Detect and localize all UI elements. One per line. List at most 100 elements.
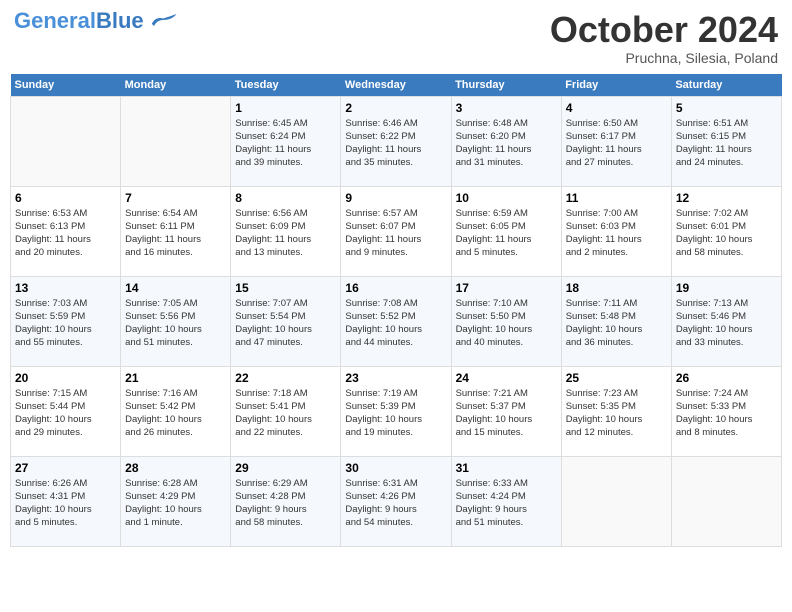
day-info: Sunrise: 7:02 AM Sunset: 6:01 PM Dayligh… bbox=[676, 207, 777, 260]
calendar-cell: 13 Sunrise: 7:03 AM Sunset: 5:59 PM Dayli… bbox=[11, 276, 121, 366]
day-info: Sunrise: 6:28 AM Sunset: 4:29 PM Dayligh… bbox=[125, 477, 226, 530]
day-info: Sunrise: 7:05 AM Sunset: 5:56 PM Dayligh… bbox=[125, 297, 226, 350]
day-number: 5 bbox=[676, 101, 777, 115]
calendar-cell: 10 Sunrise: 6:59 AM Sunset: 6:05 PM Dayli… bbox=[451, 186, 561, 276]
day-number: 12 bbox=[676, 191, 777, 205]
day-info: Sunrise: 6:31 AM Sunset: 4:26 PM Dayligh… bbox=[345, 477, 446, 530]
day-number: 10 bbox=[456, 191, 557, 205]
day-number: 19 bbox=[676, 281, 777, 295]
day-info: Sunrise: 7:07 AM Sunset: 5:54 PM Dayligh… bbox=[235, 297, 336, 350]
calendar-cell: 9Sunrise: 6:57 AM Sunset: 6:07 PM Daylig… bbox=[341, 186, 451, 276]
page-header: GeneralBlue October 2024 Pruchna, Silesi… bbox=[10, 10, 782, 66]
week-row-3: 13 Sunrise: 7:03 AM Sunset: 5:59 PM Dayli… bbox=[11, 276, 782, 366]
day-number: 9 bbox=[345, 191, 446, 205]
weekday-header-friday: Friday bbox=[561, 74, 671, 97]
day-number: 20 bbox=[15, 371, 116, 385]
day-info: Sunrise: 7:03 AM Sunset: 5:59 PM Dayligh… bbox=[15, 297, 116, 350]
day-info: Sunrise: 6:29 AM Sunset: 4:28 PM Dayligh… bbox=[235, 477, 336, 530]
day-info: Sunrise: 7:21 AM Sunset: 5:37 PM Dayligh… bbox=[456, 387, 557, 440]
day-number: 8 bbox=[235, 191, 336, 205]
calendar-cell: 22 Sunrise: 7:18 AM Sunset: 5:41 PM Dayli… bbox=[231, 366, 341, 456]
calendar-cell: 19 Sunrise: 7:13 AM Sunset: 5:46 PM Dayli… bbox=[671, 276, 781, 366]
calendar-cell bbox=[561, 456, 671, 546]
day-info: Sunrise: 6:48 AM Sunset: 6:20 PM Dayligh… bbox=[456, 117, 557, 170]
day-number: 22 bbox=[235, 371, 336, 385]
calendar-cell: 17 Sunrise: 7:10 AM Sunset: 5:50 PM Dayli… bbox=[451, 276, 561, 366]
calendar-cell: 27Sunrise: 6:26 AM Sunset: 4:31 PM Dayli… bbox=[11, 456, 121, 546]
day-number: 28 bbox=[125, 461, 226, 475]
calendar-cell: 30 Sunrise: 6:31 AM Sunset: 4:26 PM Dayli… bbox=[341, 456, 451, 546]
calendar-cell: 1Sunrise: 6:45 AM Sunset: 6:24 PM Daylig… bbox=[231, 96, 341, 186]
day-number: 1 bbox=[235, 101, 336, 115]
day-number: 29 bbox=[235, 461, 336, 475]
day-number: 13 bbox=[15, 281, 116, 295]
logo-bird-icon bbox=[148, 11, 178, 29]
calendar-cell: 21 Sunrise: 7:16 AM Sunset: 5:42 PM Dayli… bbox=[121, 366, 231, 456]
day-number: 21 bbox=[125, 371, 226, 385]
day-info: Sunrise: 7:10 AM Sunset: 5:50 PM Dayligh… bbox=[456, 297, 557, 350]
weekday-header-wednesday: Wednesday bbox=[341, 74, 451, 97]
weekday-header-monday: Monday bbox=[121, 74, 231, 97]
day-number: 23 bbox=[345, 371, 446, 385]
day-info: Sunrise: 7:15 AM Sunset: 5:44 PM Dayligh… bbox=[15, 387, 116, 440]
day-info: Sunrise: 6:51 AM Sunset: 6:15 PM Dayligh… bbox=[676, 117, 777, 170]
day-info: Sunrise: 7:24 AM Sunset: 5:33 PM Dayligh… bbox=[676, 387, 777, 440]
day-info: Sunrise: 6:56 AM Sunset: 6:09 PM Dayligh… bbox=[235, 207, 336, 260]
day-number: 30 bbox=[345, 461, 446, 475]
calendar-cell bbox=[11, 96, 121, 186]
calendar-cell: 26 Sunrise: 7:24 AM Sunset: 5:33 PM Dayli… bbox=[671, 366, 781, 456]
calendar-cell: 2 Sunrise: 6:46 AM Sunset: 6:22 PM Daylig… bbox=[341, 96, 451, 186]
day-info: Sunrise: 7:08 AM Sunset: 5:52 PM Dayligh… bbox=[345, 297, 446, 350]
calendar-cell: 4 Sunrise: 6:50 AM Sunset: 6:17 PM Daylig… bbox=[561, 96, 671, 186]
day-number: 7 bbox=[125, 191, 226, 205]
day-info: Sunrise: 6:46 AM Sunset: 6:22 PM Dayligh… bbox=[345, 117, 446, 170]
calendar-cell: 14 Sunrise: 7:05 AM Sunset: 5:56 PM Dayli… bbox=[121, 276, 231, 366]
day-info: Sunrise: 6:53 AM Sunset: 6:13 PM Dayligh… bbox=[15, 207, 116, 260]
calendar-cell: 29 Sunrise: 6:29 AM Sunset: 4:28 PM Dayli… bbox=[231, 456, 341, 546]
calendar-cell: 12 Sunrise: 7:02 AM Sunset: 6:01 PM Dayli… bbox=[671, 186, 781, 276]
day-number: 18 bbox=[566, 281, 667, 295]
location: Pruchna, Silesia, Poland bbox=[550, 50, 778, 66]
day-number: 4 bbox=[566, 101, 667, 115]
logo: GeneralBlue bbox=[14, 10, 178, 32]
day-info: Sunrise: 7:13 AM Sunset: 5:46 PM Dayligh… bbox=[676, 297, 777, 350]
calendar-cell: 5 Sunrise: 6:51 AM Sunset: 6:15 PM Daylig… bbox=[671, 96, 781, 186]
day-info: Sunrise: 7:19 AM Sunset: 5:39 PM Dayligh… bbox=[345, 387, 446, 440]
month-title: October 2024 bbox=[550, 10, 778, 50]
day-info: Sunrise: 7:11 AM Sunset: 5:48 PM Dayligh… bbox=[566, 297, 667, 350]
day-info: Sunrise: 7:18 AM Sunset: 5:41 PM Dayligh… bbox=[235, 387, 336, 440]
day-number: 2 bbox=[345, 101, 446, 115]
day-info: Sunrise: 7:00 AM Sunset: 6:03 PM Dayligh… bbox=[566, 207, 667, 260]
day-info: Sunrise: 6:54 AM Sunset: 6:11 PM Dayligh… bbox=[125, 207, 226, 260]
weekday-header-sunday: Sunday bbox=[11, 74, 121, 97]
weekday-header-saturday: Saturday bbox=[671, 74, 781, 97]
day-number: 31 bbox=[456, 461, 557, 475]
day-info: Sunrise: 6:59 AM Sunset: 6:05 PM Dayligh… bbox=[456, 207, 557, 260]
day-number: 26 bbox=[676, 371, 777, 385]
calendar-cell: 7 Sunrise: 6:54 AM Sunset: 6:11 PM Daylig… bbox=[121, 186, 231, 276]
day-number: 14 bbox=[125, 281, 226, 295]
calendar-cell: 28 Sunrise: 6:28 AM Sunset: 4:29 PM Dayli… bbox=[121, 456, 231, 546]
day-number: 3 bbox=[456, 101, 557, 115]
day-number: 16 bbox=[345, 281, 446, 295]
week-row-4: 20 Sunrise: 7:15 AM Sunset: 5:44 PM Dayli… bbox=[11, 366, 782, 456]
day-info: Sunrise: 6:33 AM Sunset: 4:24 PM Dayligh… bbox=[456, 477, 557, 530]
calendar-cell: 15 Sunrise: 7:07 AM Sunset: 5:54 PM Dayli… bbox=[231, 276, 341, 366]
calendar-cell: 24Sunrise: 7:21 AM Sunset: 5:37 PM Dayli… bbox=[451, 366, 561, 456]
day-info: Sunrise: 6:50 AM Sunset: 6:17 PM Dayligh… bbox=[566, 117, 667, 170]
day-number: 6 bbox=[15, 191, 116, 205]
week-row-5: 27Sunrise: 6:26 AM Sunset: 4:31 PM Dayli… bbox=[11, 456, 782, 546]
day-info: Sunrise: 7:16 AM Sunset: 5:42 PM Dayligh… bbox=[125, 387, 226, 440]
day-number: 17 bbox=[456, 281, 557, 295]
day-info: Sunrise: 7:23 AM Sunset: 5:35 PM Dayligh… bbox=[566, 387, 667, 440]
calendar-cell: 23 Sunrise: 7:19 AM Sunset: 5:39 PM Dayli… bbox=[341, 366, 451, 456]
title-block: October 2024 Pruchna, Silesia, Poland bbox=[550, 10, 778, 66]
calendar-table: SundayMondayTuesdayWednesdayThursdayFrid… bbox=[10, 74, 782, 547]
calendar-cell: 16 Sunrise: 7:08 AM Sunset: 5:52 PM Dayli… bbox=[341, 276, 451, 366]
day-number: 15 bbox=[235, 281, 336, 295]
calendar-cell: 11Sunrise: 7:00 AM Sunset: 6:03 PM Dayli… bbox=[561, 186, 671, 276]
calendar-cell: 3 Sunrise: 6:48 AM Sunset: 6:20 PM Daylig… bbox=[451, 96, 561, 186]
logo-text: GeneralBlue bbox=[14, 10, 144, 32]
calendar-cell: 25 Sunrise: 7:23 AM Sunset: 5:35 PM Dayli… bbox=[561, 366, 671, 456]
day-number: 25 bbox=[566, 371, 667, 385]
